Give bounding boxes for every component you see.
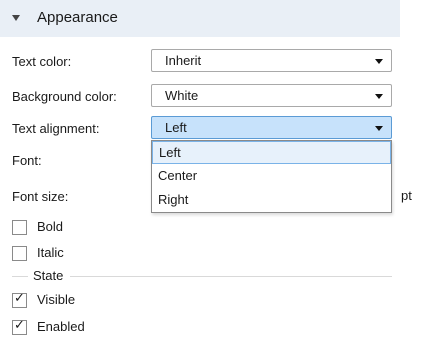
group-divider <box>12 276 28 277</box>
dropdown-arrow-icon <box>375 126 383 131</box>
font-label: Font: <box>12 153 42 168</box>
checkmark-icon: ✓ <box>14 291 25 306</box>
bold-checkbox[interactable] <box>12 220 27 235</box>
bold-label: Bold <box>37 219 64 234</box>
font-size-unit: pt <box>401 188 412 203</box>
text-alignment-label: Text alignment: <box>12 121 100 136</box>
text-color-select[interactable]: Inherit <box>151 49 392 72</box>
state-group-title: State <box>33 268 64 283</box>
visible-label: Visible <box>37 292 76 307</box>
group-divider <box>70 276 392 277</box>
option-label: Left <box>159 145 181 160</box>
background-color-label: Background color: <box>12 89 117 104</box>
dropdown-option-center[interactable]: Center <box>152 165 391 188</box>
background-color-select[interactable]: White <box>151 84 392 107</box>
text-color-label: Text color: <box>12 54 72 69</box>
font-size-label: Font size: <box>12 189 69 204</box>
text-color-value: Inherit <box>165 53 202 68</box>
dropdown-option-left[interactable]: Left <box>152 141 391 164</box>
enabled-checkbox[interactable]: ✓ <box>12 318 27 335</box>
dropdown-arrow-icon <box>375 59 383 64</box>
checkmark-icon: ✓ <box>14 318 25 333</box>
section-title: Appearance <box>37 9 118 26</box>
enabled-label: Enabled <box>37 319 85 334</box>
option-label: Center <box>158 168 198 183</box>
italic-label: Italic <box>37 245 64 260</box>
text-alignment-value: Left <box>165 120 187 135</box>
text-alignment-dropdown-list: Left Center Right <box>151 140 392 213</box>
dropdown-option-right[interactable]: Right <box>152 189 391 212</box>
dropdown-arrow-icon <box>375 94 383 99</box>
visible-checkbox[interactable]: ✓ <box>12 291 27 308</box>
italic-checkbox[interactable] <box>12 246 27 261</box>
background-color-value: White <box>165 88 199 103</box>
option-label: Right <box>158 192 189 207</box>
appearance-section-header[interactable]: Appearance <box>0 0 400 37</box>
text-alignment-select[interactable]: Left <box>151 116 392 139</box>
caret-down-icon[interactable] <box>12 15 20 21</box>
